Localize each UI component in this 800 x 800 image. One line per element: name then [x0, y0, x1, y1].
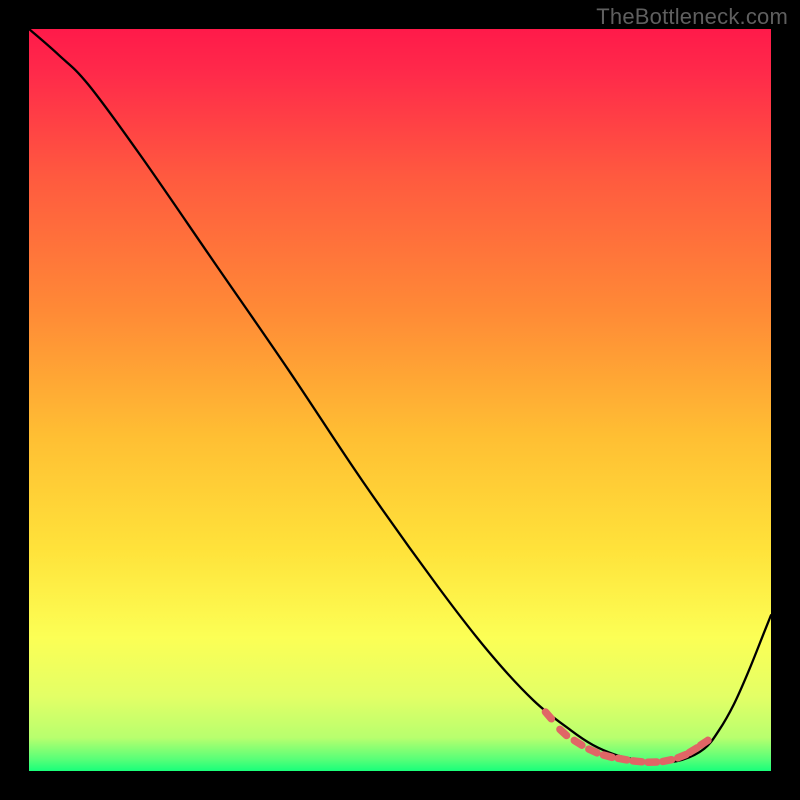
curve-marker — [603, 755, 612, 757]
curve-marker — [589, 749, 597, 753]
curve-marker — [689, 748, 697, 753]
plot-svg — [29, 29, 771, 771]
gradient-bg — [29, 29, 771, 771]
curve-marker — [678, 754, 686, 757]
curve-marker — [618, 758, 627, 760]
watermark-text: TheBottleneck.com — [596, 4, 788, 30]
curve-marker — [663, 760, 672, 762]
curve-marker — [633, 761, 642, 762]
curve-marker — [574, 740, 582, 745]
curve-marker — [700, 740, 707, 745]
curve-marker — [545, 712, 551, 719]
chart-frame: TheBottleneck.com — [0, 0, 800, 800]
plot-area — [29, 29, 771, 771]
curve-marker — [560, 729, 567, 735]
